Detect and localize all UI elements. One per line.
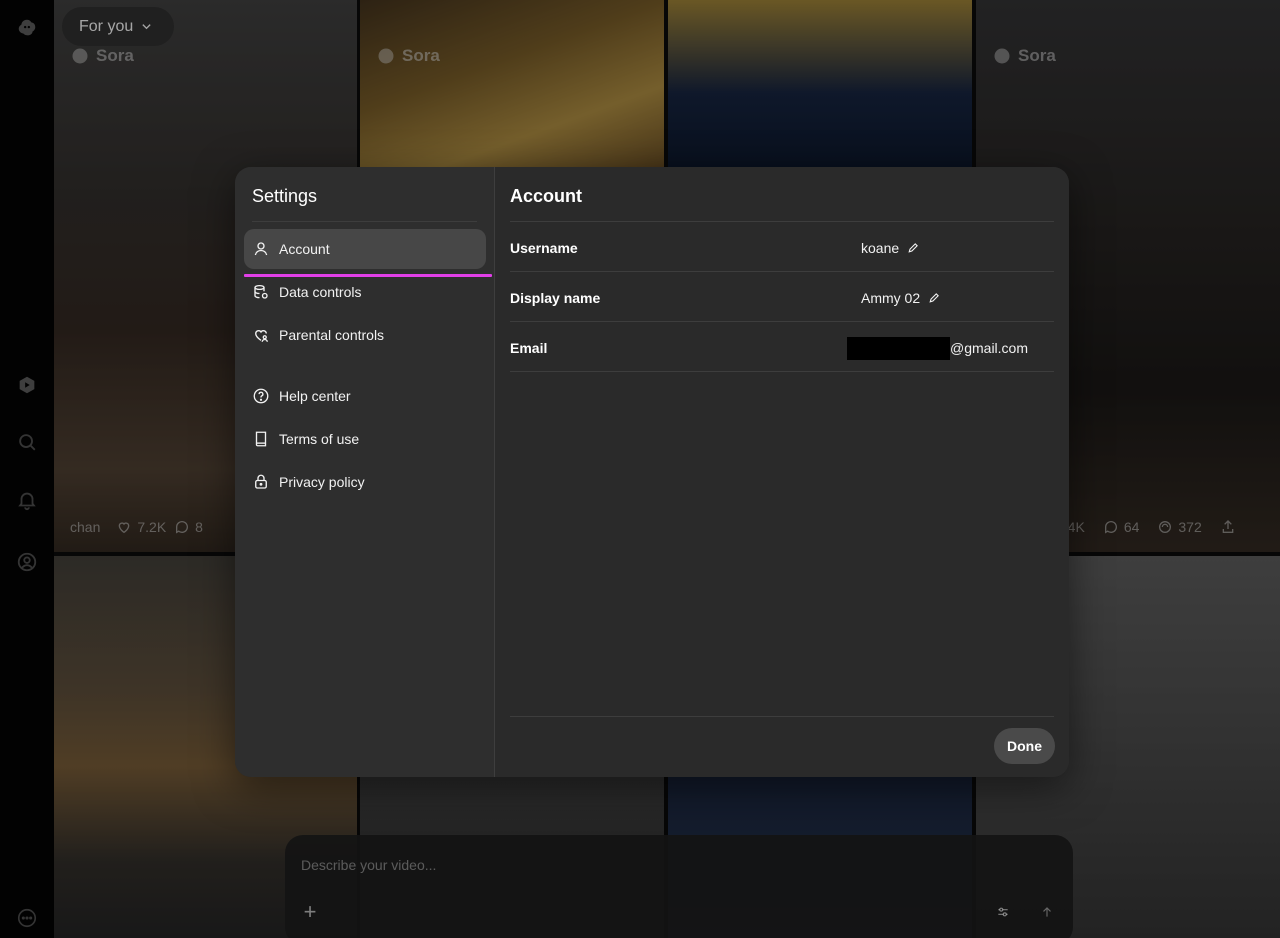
sidebar-item-data-controls[interactable]: Data controls [244,272,486,312]
email-value: @gmail.com [847,336,1028,360]
chevron-down-icon [142,24,151,30]
prompt-input[interactable]: Describe your video... [301,857,436,873]
search-icon[interactable] [14,429,40,455]
left-rail [0,0,54,938]
account-panel: Account Username koane Display name Ammy… [495,167,1069,777]
profile-icon[interactable] [14,549,40,575]
settings-sidebar: Settings Account Data controls Parental … [235,167,495,777]
sora-logo-icon [72,48,88,64]
sora-watermark: Sora [70,46,134,66]
display-name-value[interactable]: Ammy 02 [861,290,940,306]
comments-count[interactable]: 64 [1103,519,1139,535]
bell-icon[interactable] [14,487,40,513]
comment-icon [1104,521,1117,534]
tile-stats: chan 7.2K 8 [70,519,203,535]
sidebar-item-parental-controls[interactable]: Parental controls [244,315,486,355]
settings-sliders-icon[interactable] [989,898,1017,926]
sora-watermark: Sora [992,46,1056,66]
explore-play-icon[interactable] [14,372,40,398]
help-circle-icon [253,388,269,404]
sora-watermark: Sora [376,46,440,66]
divider [510,371,1054,372]
remix-count[interactable]: 372 [1157,519,1202,535]
sora-logo-icon [994,48,1010,64]
database-icon [254,284,268,299]
app: Sora chan 7.2K 8 Sora Sora 7.4K 64 372 F… [0,0,1280,938]
email-row: Email @gmail.com [510,323,1054,373]
divider [510,271,1054,272]
divider [510,716,1054,717]
heart-icon [119,522,130,534]
settings-modal: Settings Account Data controls Parental … [235,167,1069,777]
panel-title: Account [510,186,582,206]
submit-arrow-icon[interactable] [1033,898,1061,926]
person-icon [254,242,268,256]
prompt-bar: Describe your video... + [285,835,1073,938]
comments-count[interactable]: 8 [174,519,203,535]
sora-logo-icon[interactable] [14,15,40,41]
sora-logo-icon [378,48,394,64]
sidebar-item-terms-of-use[interactable]: Terms of use [244,419,486,459]
author-name[interactable]: chan [70,519,100,535]
heart-shield-icon [255,330,269,342]
sidebar-item-account[interactable]: Account [244,229,486,269]
share-icon[interactable] [1220,519,1236,535]
divider [252,221,477,222]
video-tile[interactable]: Sora [360,0,664,170]
done-button[interactable]: Done [994,728,1055,764]
more-icon[interactable] [14,905,40,931]
remix-icon [1159,521,1172,533]
username-value[interactable]: koane [861,240,919,256]
settings-title: Settings [252,186,318,206]
sidebar-item-help-center[interactable]: Help center [244,376,486,416]
username-row: Username koane [510,223,1054,273]
divider [510,221,1054,222]
add-icon[interactable]: + [299,901,321,923]
likes-count[interactable]: 7.2K [116,519,166,535]
book-icon [255,431,267,447]
feed-filter-dropdown[interactable]: For you [62,7,174,46]
divider [510,321,1054,322]
lock-icon [255,474,267,489]
display-name-row: Display name Ammy 02 [510,273,1054,323]
edit-pencil-icon[interactable] [907,242,919,254]
comment-icon [176,521,189,534]
edit-pencil-icon[interactable] [928,292,940,304]
redacted-block [847,336,950,360]
tile-stats: 7.4K 64 372 [1056,519,1236,535]
video-tile[interactable] [668,0,972,170]
sidebar-item-privacy-policy[interactable]: Privacy policy [244,462,486,502]
